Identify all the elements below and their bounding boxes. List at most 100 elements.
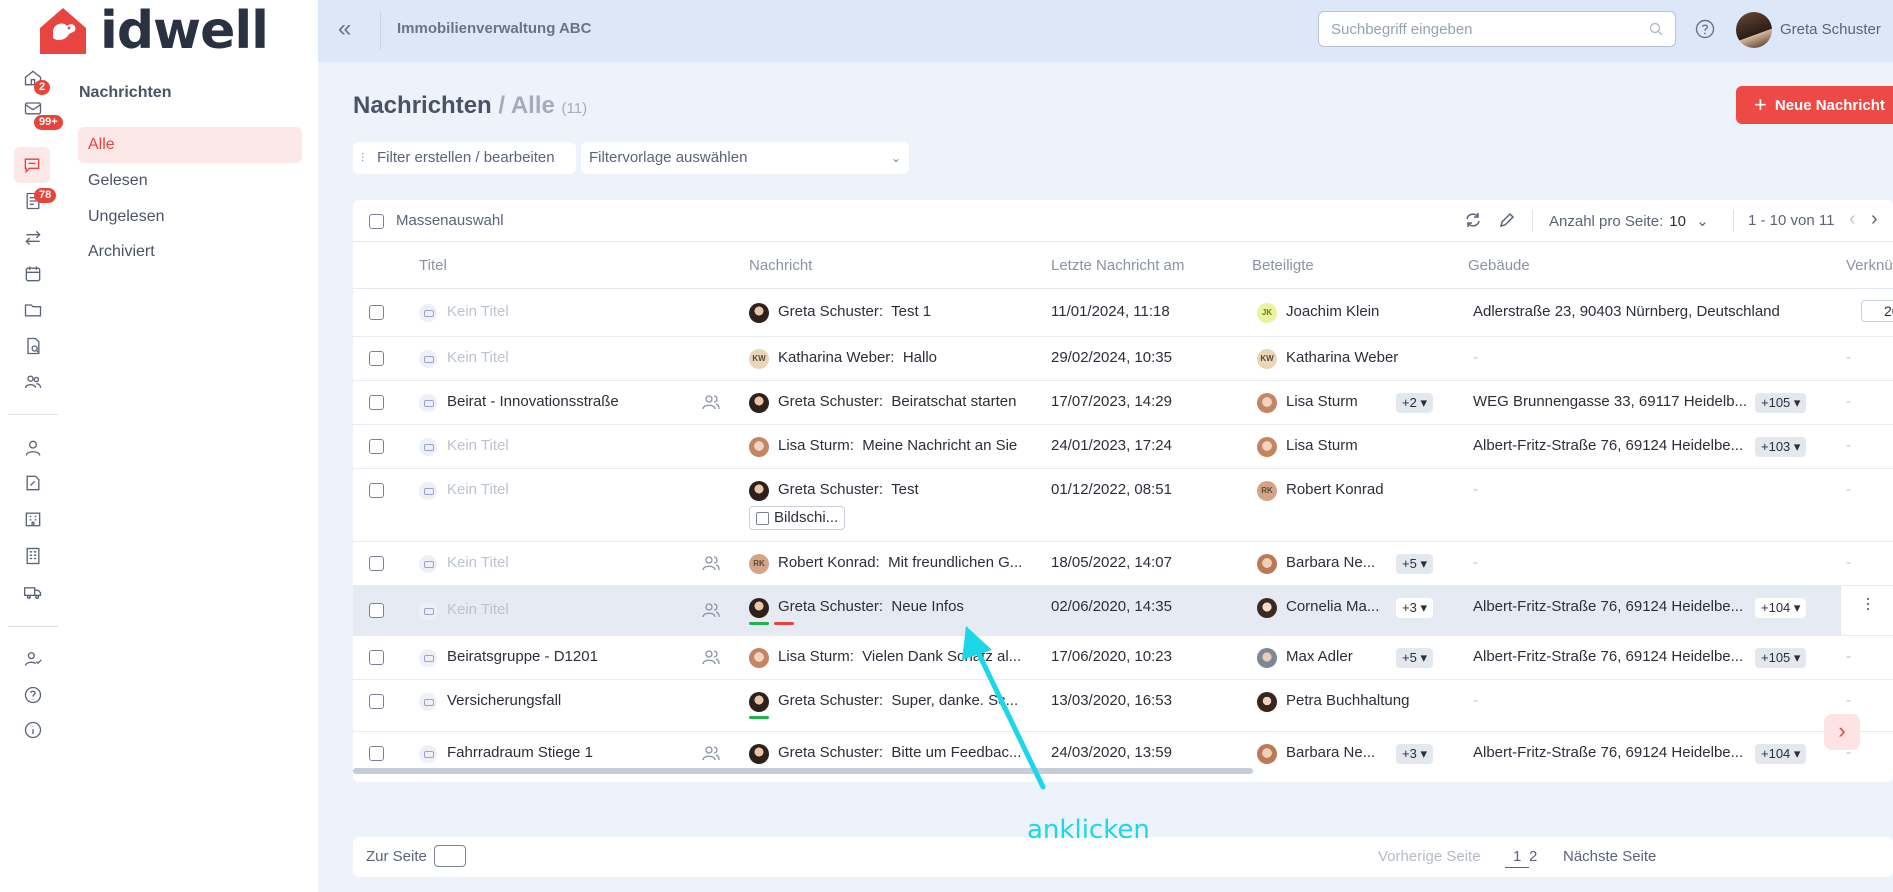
user-name[interactable]: Greta Schuster [1780, 21, 1881, 38]
transfer-icon[interactable] [20, 225, 46, 251]
row-building: Albert-Fritz-Straße 76, 69124 Heidelbe..… [1473, 744, 1744, 761]
linked-item-chip[interactable]: 20 [1861, 300, 1893, 322]
col-verknuepfung[interactable]: Verknü [1846, 257, 1893, 274]
row-checkbox[interactable] [369, 305, 384, 320]
subnav-item-archiviert[interactable]: Archiviert [78, 234, 302, 270]
goto-page-input[interactable] [434, 845, 466, 867]
person-icon[interactable] [20, 435, 46, 461]
page-2-link[interactable]: 2 [1529, 848, 1537, 865]
refresh-icon[interactable] [1463, 210, 1483, 230]
collapse-sidebar-icon[interactable]: « [338, 17, 362, 42]
message-sender: Greta Schuster: [778, 481, 884, 498]
row-checkbox[interactable] [369, 603, 384, 618]
table-row[interactable]: Beirat - Innovationsstraße Greta Schuste… [353, 381, 1893, 425]
buildings-more-chip[interactable]: +105 ▾ [1755, 393, 1807, 413]
chevron-right-icon[interactable]: › [1871, 208, 1878, 231]
buildings-more-chip[interactable]: +103 ▾ [1755, 437, 1807, 457]
attachment-chip[interactable]: Bildschi... [749, 506, 846, 530]
participants-more-chip[interactable]: +2 ▾ [1396, 393, 1433, 413]
row-checkbox[interactable] [369, 650, 384, 665]
next-page-link[interactable]: Nächste Seite [1563, 848, 1656, 865]
main-content: Nachrichten / Alle (11) + Neue Nachricht … [318, 62, 1893, 892]
col-gebaeude[interactable]: Gebäude [1468, 257, 1530, 274]
chevron-left-icon[interactable]: ‹ [1849, 208, 1856, 231]
sender-avatar [749, 437, 769, 457]
new-message-button[interactable]: + Neue Nachricht [1736, 86, 1893, 124]
message-sender: Katharina Weber: [778, 349, 895, 366]
read-status-green [749, 622, 769, 625]
table-row[interactable]: Versicherungsfall Greta Schuster: Super,… [353, 680, 1893, 732]
table-row[interactable]: Kein Titel Greta Schuster: Test Bildschi… [353, 469, 1893, 542]
row-actions-menu[interactable]: · · · [1840, 586, 1893, 635]
participant-avatar [1257, 692, 1277, 712]
table-row[interactable]: Kein Titel Lisa Sturm: Meine Nachricht a… [353, 425, 1893, 469]
row-building: - [1473, 349, 1478, 366]
buildings-more-chip[interactable]: +104 ▾ [1755, 744, 1807, 764]
edit-icon[interactable] [1497, 210, 1517, 230]
search-icon[interactable] [1649, 22, 1663, 39]
buildings-more-chip[interactable]: +105 ▾ [1755, 648, 1807, 668]
chat-bubble-icon [419, 350, 437, 368]
participants-more-chip[interactable]: +5 ▾ [1396, 648, 1433, 668]
participants-more-chip[interactable]: +5 ▾ [1396, 554, 1433, 574]
row-title: Kein Titel [447, 437, 509, 454]
table-row[interactable]: Kein Titel Greta Schuster: Test 1 11/01/… [353, 289, 1893, 337]
search-input[interactable] [1319, 12, 1619, 46]
buildings-more-count: +105 [1761, 395, 1791, 410]
message-sender: Greta Schuster: [778, 303, 884, 320]
subnav-item-gelesen[interactable]: Gelesen [78, 163, 302, 199]
table-row[interactable]: Kein Titel KW Katharina Weber: Hallo 29/… [353, 337, 1893, 381]
col-letzte-nachricht[interactable]: Letzte Nachricht am [1051, 257, 1184, 274]
participants-more-chip[interactable]: +3 ▾ [1396, 598, 1433, 618]
chat-icon[interactable] [14, 147, 50, 183]
subnav-item-ungelesen[interactable]: Ungelesen [78, 199, 302, 235]
people-icon[interactable] [20, 369, 46, 395]
horizontal-scrollbar[interactable] [353, 768, 1253, 774]
document-search-icon[interactable] [20, 333, 46, 359]
row-checkbox[interactable] [369, 439, 384, 454]
user-check-icon[interactable] [20, 646, 46, 672]
scroll-right-button[interactable]: › [1824, 714, 1860, 750]
row-checkbox[interactable] [369, 694, 384, 709]
user-avatar[interactable] [1736, 12, 1772, 48]
mass-select-checkbox[interactable] [369, 214, 384, 229]
mass-select-label[interactable]: Massenauswahl [396, 212, 504, 229]
col-beteiligte[interactable]: Beteiligte [1252, 257, 1314, 274]
row-checkbox[interactable] [369, 483, 384, 498]
subnav-item-alle[interactable]: Alle [78, 127, 302, 163]
truck-icon[interactable] [20, 579, 46, 605]
calendar-icon[interactable] [20, 261, 46, 287]
info-icon[interactable] [20, 717, 46, 743]
sender-avatar: RK [749, 554, 769, 574]
previous-page-link[interactable]: Vorherige Seite [1378, 848, 1481, 865]
folder-icon[interactable] [20, 297, 46, 323]
table-row[interactable]: Beiratsgruppe - D1201 Lisa Sturm: Vielen… [353, 636, 1893, 680]
col-titel[interactable]: Titel [419, 257, 447, 274]
col-nachricht[interactable]: Nachricht [749, 257, 812, 274]
row-date: 24/03/2020, 13:59 [1051, 744, 1172, 761]
logo[interactable]: idwell [0, 0, 318, 62]
participants-more-chip[interactable]: +3 ▾ [1396, 744, 1433, 764]
apartment-icon[interactable] [20, 543, 46, 569]
buildings-more-chip[interactable]: +104 ▾ [1755, 598, 1807, 618]
row-checkbox[interactable] [369, 395, 384, 410]
chat-bubble-icon [419, 745, 437, 763]
table-row-highlighted[interactable]: Kein Titel Greta Schuster: Neue Infos 02… [353, 586, 1893, 636]
page-1-link[interactable]: 1 [1505, 848, 1530, 868]
help-icon[interactable] [20, 682, 46, 708]
chat-bubble-icon [419, 394, 437, 412]
row-checkbox[interactable] [369, 556, 384, 571]
per-page-selector[interactable]: Anzahl pro Seite: 10 ⌄ [1549, 212, 1709, 230]
row-checkbox[interactable] [369, 746, 384, 761]
sender-avatar: KW [749, 349, 769, 369]
row-link: - [1846, 393, 1851, 410]
pagination-range: 1 - 10 von 11 [1748, 212, 1835, 229]
building-icon[interactable] [20, 506, 46, 532]
edit-document-icon[interactable] [20, 470, 46, 496]
filter-edit-button[interactable]: ⫶ Filter erstellen / bearbeiten [353, 142, 576, 174]
filter-template-select[interactable]: Filtervorlage auswählen ⌄ [581, 142, 909, 174]
buildings-more-count: +104 [1761, 746, 1791, 761]
row-checkbox[interactable] [369, 351, 384, 366]
table-row[interactable]: Kein Titel RK Robert Konrad: Mit freundl… [353, 542, 1893, 586]
help-icon[interactable] [1694, 18, 1716, 40]
